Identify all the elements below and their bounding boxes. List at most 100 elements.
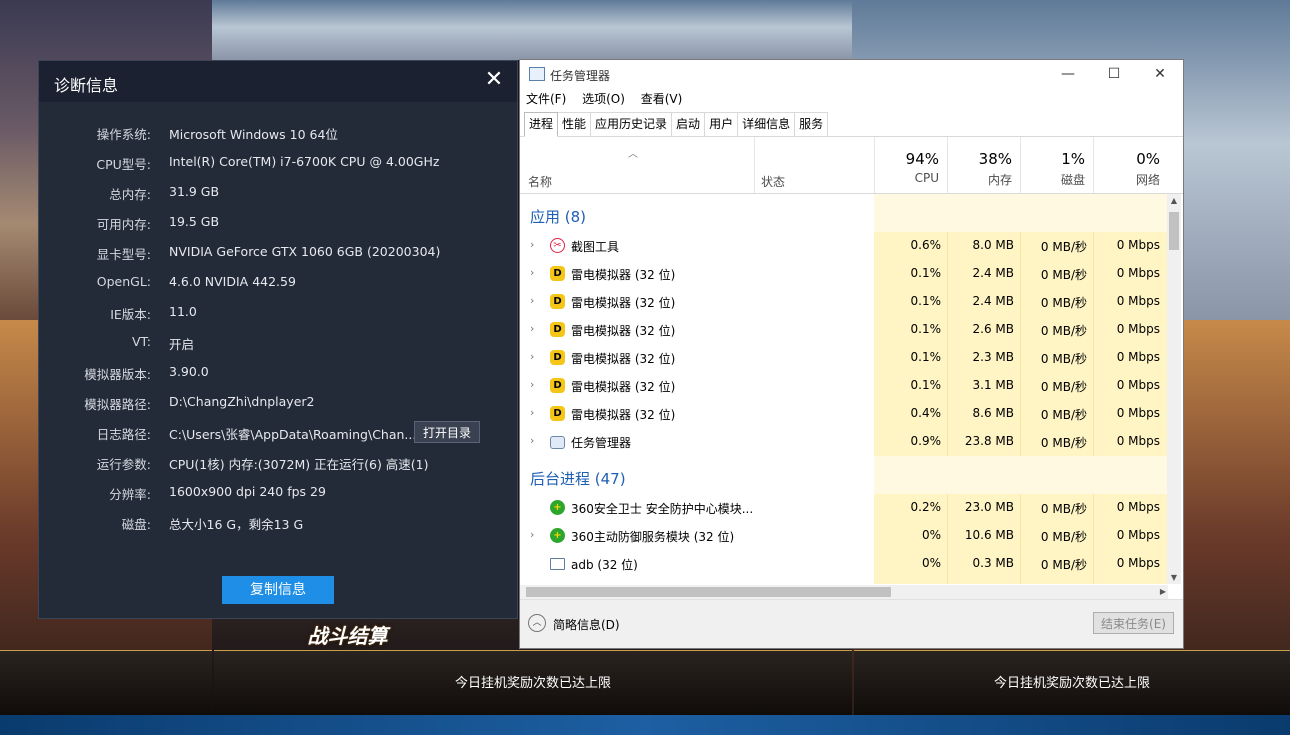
tab-performance[interactable]: 性能 (557, 112, 592, 136)
cpu-value: 0.6% (910, 238, 942, 252)
disk-value: 0 MB/秒 (1040, 296, 1087, 310)
network-value: 0 Mbps (1116, 294, 1160, 308)
windows-taskbar (0, 715, 1290, 735)
info-label: 分辨率: (109, 487, 151, 502)
game-bar: 今日挂机奖励次数已达上限 (854, 650, 1290, 715)
chevron-right-icon[interactable]: › (530, 350, 534, 363)
end-task-button[interactable]: 结束任务(E) (1093, 612, 1174, 634)
process-row[interactable]: › ✂ 截图工具 0.6% 8.0 MB 0 MB/秒 0 Mbps (520, 232, 1168, 260)
process-row[interactable]: › 任务管理器 0.9% 23.8 MB 0 MB/秒 0 Mbps (520, 428, 1168, 456)
copy-info-button[interactable]: 复制信息 (222, 576, 334, 604)
disk-value: 0 MB/秒 (1040, 408, 1087, 422)
process-row[interactable]: adb (32 位) 0% 0.3 MB 0 MB/秒 0 Mbps (520, 550, 1168, 578)
sort-up-icon: ︿ (628, 149, 638, 160)
footer-bar: ︿ 简略信息(D) 结束任务(E) (520, 599, 1183, 648)
game-bar: 今日挂机奖励次数已达上限 (214, 650, 852, 715)
process-name: 360安全卫士 安全防护中心模块... (571, 502, 754, 516)
tab-app-history[interactable]: 应用历史记录 (590, 112, 673, 136)
cpu-value: 0.1% (910, 294, 942, 308)
group-apps-header[interactable]: 应用 (8) (530, 206, 586, 227)
game-bottom-bars: 今日挂机奖励次数已达上限 今日挂机奖励次数已达上限 (0, 650, 1290, 715)
process-row[interactable]: › D 雷电模拟器 (32 位) 0.1% 2.3 MB 0 MB/秒 0 Mb… (520, 344, 1168, 372)
scroll-thumb[interactable] (1169, 212, 1179, 250)
process-row[interactable]: › D 雷电模拟器 (32 位) 0.1% 2.4 MB 0 MB/秒 0 Mb… (520, 260, 1168, 288)
collapse-icon[interactable]: ︿ (528, 614, 546, 632)
cpu-value: 0% (921, 528, 941, 542)
fewer-details-link[interactable]: 简略信息(D) (553, 616, 620, 633)
360-icon: + (550, 500, 565, 515)
disk-total-pct: 1% (1061, 150, 1085, 168)
info-row-cpu: CPU型号: Intel(R) Core(TM) i7-6700K CPU @ … (39, 154, 519, 174)
tab-processes[interactable]: 进程 (524, 112, 559, 137)
chevron-right-icon[interactable]: › (530, 294, 534, 307)
tab-details[interactable]: 详细信息 (737, 112, 796, 136)
info-row-log-path: 日志路径: C:\Users\张睿\AppData\Roaming\Chan..… (39, 421, 519, 444)
ldplayer-icon: D (550, 378, 565, 393)
info-row-run-params: 运行参数: CPU(1核) 内存:(3072M) 正在运行(6) 高速(1) (39, 454, 519, 474)
memory-value: 10.6 MB (964, 528, 1014, 542)
process-name: 截图工具 (571, 240, 620, 254)
column-status[interactable]: 状态 (754, 137, 874, 193)
process-row[interactable]: + 360安全卫士 安全防护中心模块... 0.2% 23.0 MB 0 MB/… (520, 494, 1168, 522)
chevron-right-icon[interactable]: › (530, 406, 534, 419)
memory-value: 23.0 MB (964, 500, 1014, 514)
memory-value: 8.0 MB (972, 238, 1014, 252)
column-network[interactable]: 0% 网络 (1093, 137, 1168, 193)
process-name: 雷电模拟器 (32 位) (571, 352, 676, 366)
horizontal-scrollbar[interactable]: ▶ (520, 585, 1168, 599)
scroll-right-icon[interactable]: ▶ (1160, 585, 1166, 599)
maximize-icon[interactable]: ☐ (1091, 60, 1137, 88)
info-row-gpu: 显卡型号: NVIDIA GeForce GTX 1060 6GB (20200… (39, 244, 519, 264)
info-row-total-memory: 总内存: 31.9 GB (39, 184, 519, 204)
reward-limit-text: 今日挂机奖励次数已达上限 (454, 676, 611, 691)
info-value: 31.9 GB (169, 184, 220, 199)
column-cpu[interactable]: 94% CPU (874, 137, 947, 193)
window-title: 任务管理器 (550, 69, 611, 83)
column-header-row: ︿ 名称 状态 94% CPU 38% 内存 1% 磁盘 0% 网络 (520, 137, 1183, 194)
process-name: 雷电模拟器 (32 位) (571, 380, 676, 394)
process-row[interactable]: › D 雷电模拟器 (32 位) 0.1% 3.1 MB 0 MB/秒 0 Mb… (520, 372, 1168, 400)
process-row[interactable]: › D 雷电模拟器 (32 位) 0.4% 8.6 MB 0 MB/秒 0 Mb… (520, 400, 1168, 428)
tab-services[interactable]: 服务 (794, 112, 829, 136)
memory-value: 8.6 MB (972, 406, 1014, 420)
info-row-vt: VT: 开启 (39, 334, 519, 354)
group-background-header[interactable]: 后台进程 (47) (530, 468, 626, 489)
tab-users[interactable]: 用户 (704, 112, 739, 136)
menu-options[interactable]: 选项(O) (582, 92, 625, 106)
tab-bar: 进程 性能 应用历史记录 启动 用户 详细信息 服务 (524, 112, 829, 137)
column-disk[interactable]: 1% 磁盘 (1020, 137, 1093, 193)
chevron-right-icon[interactable]: › (530, 238, 534, 251)
info-value: 1600x900 dpi 240 fps 29 (169, 484, 326, 499)
network-value: 0 Mbps (1116, 350, 1160, 364)
column-name[interactable]: 名称 (528, 173, 552, 190)
chevron-right-icon[interactable]: › (530, 378, 534, 391)
scroll-up-icon[interactable]: ▲ (1167, 196, 1181, 205)
close-icon[interactable]: ✕ (1137, 60, 1183, 88)
chevron-right-icon[interactable]: › (530, 322, 534, 335)
disk-value: 0 MB/秒 (1040, 324, 1087, 338)
chevron-right-icon[interactable]: › (530, 266, 534, 279)
column-label: 内存 (987, 173, 1012, 187)
ldplayer-icon: D (550, 266, 565, 281)
chevron-right-icon[interactable]: › (530, 528, 534, 541)
diagnostics-dialog: 诊断信息 ✕ 操作系统: Microsoft Windows 10 64位 CP… (38, 60, 518, 619)
scroll-down-icon[interactable]: ▼ (1167, 573, 1181, 582)
game-tile (212, 0, 852, 60)
close-icon[interactable]: ✕ (483, 69, 505, 91)
process-row[interactable]: › D 雷电模拟器 (32 位) 0.1% 2.4 MB 0 MB/秒 0 Mb… (520, 288, 1168, 316)
chevron-right-icon[interactable]: › (530, 434, 534, 447)
menu-view[interactable]: 查看(V) (641, 92, 683, 106)
tab-startup[interactable]: 启动 (671, 112, 706, 136)
ldplayer-icon: D (550, 294, 565, 309)
vertical-scrollbar[interactable]: ▲ ▼ (1167, 194, 1181, 584)
menu-file[interactable]: 文件(F) (526, 92, 566, 106)
battle-result-banner: 战斗结算 (307, 624, 388, 648)
scroll-thumb[interactable] (526, 587, 891, 597)
process-row[interactable]: › + 360主动防御服务模块 (32 位) 0% 10.6 MB 0 MB/秒… (520, 522, 1168, 550)
memory-value: 2.4 MB (972, 294, 1014, 308)
open-directory-button[interactable]: 打开目录 (414, 421, 480, 443)
task-manager-window: 任务管理器 — ☐ ✕ 文件(F) 选项(O) 查看(V) 进程 性能 应用历史… (519, 59, 1184, 649)
minimize-icon[interactable]: — (1045, 60, 1091, 88)
column-memory[interactable]: 38% 内存 (947, 137, 1020, 193)
process-row[interactable]: › D 雷电模拟器 (32 位) 0.1% 2.6 MB 0 MB/秒 0 Mb… (520, 316, 1168, 344)
